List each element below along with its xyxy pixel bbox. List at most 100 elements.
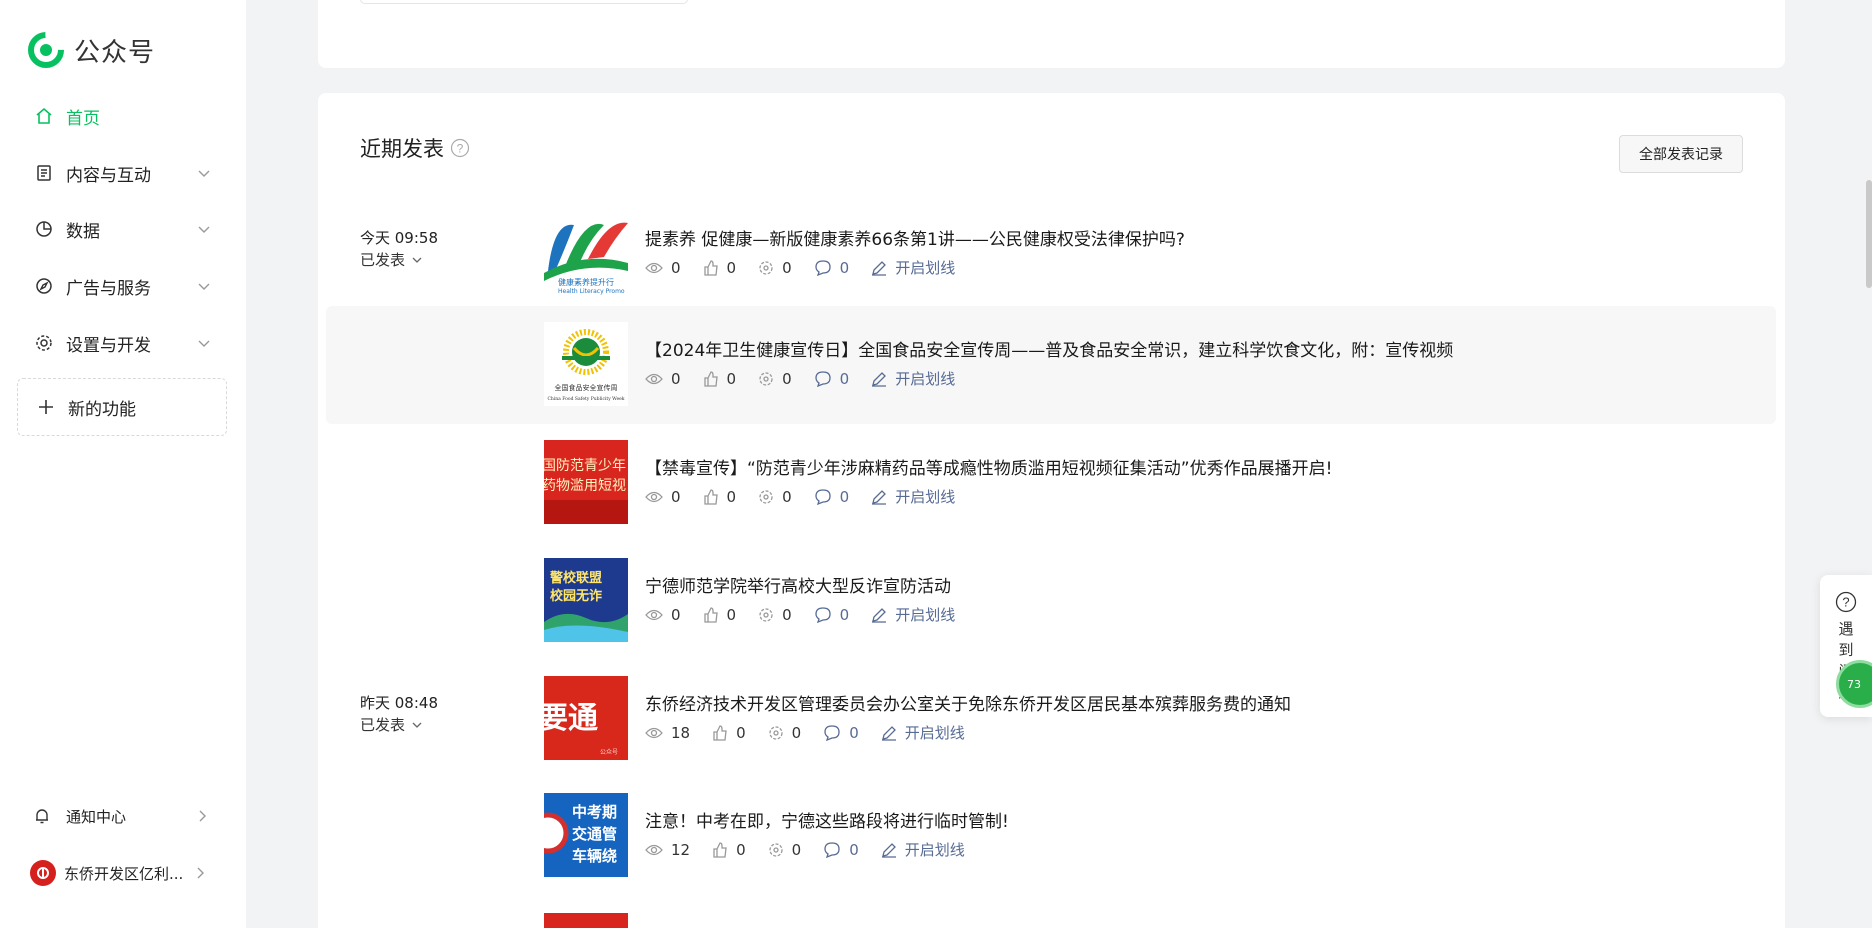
shares-count: 0	[782, 258, 792, 277]
post-row[interactable]: 中考期 交通管 车辆绕 注意！中考在即，宁德这些路段将进行临时管制! 12 0 …	[326, 777, 1776, 895]
sidebar: 公众号 首页 内容与互动 数据 广告与服务 设置与开发 新的功能 通知中心 东侨…	[0, 0, 246, 928]
thumbs-up-icon	[703, 370, 718, 387]
comment-icon	[814, 259, 831, 276]
notification-center[interactable]: 通知中心	[32, 798, 210, 834]
pie-chart-icon	[34, 219, 54, 239]
thumbs-up-icon	[713, 724, 727, 741]
enable-underline-link[interactable]: 开启划线	[871, 368, 955, 389]
likes-stat: 0	[703, 488, 736, 506]
nav-new-features-label: 新的功能	[68, 399, 136, 420]
comments-stat[interactable]: 0	[814, 259, 849, 277]
post-thumbnail[interactable]: 警校联盟 校园无诈	[544, 558, 628, 642]
views-stat: 18	[645, 724, 690, 742]
post-date: 昨天 08:48	[360, 694, 438, 712]
enable-underline-label: 开启划线	[895, 488, 956, 506]
post-thumbnail[interactable]	[544, 913, 628, 928]
scrollbar-thumb[interactable]	[1866, 180, 1872, 288]
all-posts-button[interactable]: 全部发表记录	[1619, 135, 1743, 173]
brand[interactable]: 公众号	[28, 32, 155, 68]
thumb-subcaption: Health Literacy Promo	[558, 288, 625, 295]
post-thumbnail[interactable]: 全国食品安全宣传周 China Food Safety Publicity We…	[544, 322, 628, 406]
shares-stat: 0	[758, 488, 792, 506]
comments-stat[interactable]: 0	[814, 606, 849, 624]
likes-count: 0	[736, 723, 746, 742]
nav-content[interactable]: 内容与互动	[34, 153, 212, 193]
thumb-caption: 全国食品安全宣传周	[555, 383, 618, 392]
thumb-caption: 警校联盟	[550, 570, 602, 586]
comments-stat[interactable]: 0	[823, 841, 859, 859]
nav-home-label: 首页	[66, 108, 100, 129]
comment-icon	[824, 841, 840, 858]
thumbs-up-icon	[703, 606, 718, 623]
post-row[interactable]: 国防范青少年 药物滥用短视 【禁毒宣传】“防范青少年涉麻精药品等成瘾性物质滥用短…	[326, 424, 1776, 542]
post-title[interactable]: 【2024年卫生健康宣传日】全国食品安全宣传周——普及食品安全常识，建立科学饮食…	[645, 336, 1453, 361]
post-title[interactable]: 东侨经济技术开发区管理委员会办公室关于免除东侨开发区居民基本殡葬服务费的通知	[645, 690, 1291, 715]
shares-count: 0	[782, 605, 792, 624]
nav-data[interactable]: 数据	[34, 209, 212, 249]
thumbs-up-icon	[703, 488, 718, 505]
chevron-down-icon	[198, 283, 210, 290]
important-notice-image: 要通 公众号	[544, 676, 628, 760]
comment-icon	[814, 370, 831, 387]
post-title[interactable]: 注意！中考在即，宁德这些路段将进行临时管制!	[645, 807, 1009, 832]
views-count: 0	[671, 369, 681, 388]
comments-stat[interactable]: 0	[814, 487, 850, 506]
thumb-caption: 中考期	[572, 803, 617, 821]
enable-underline-link[interactable]: 开启划线	[871, 257, 955, 278]
nav-home[interactable]: 首页	[34, 96, 212, 136]
document-icon	[34, 163, 54, 183]
eye-icon	[645, 844, 663, 855]
views-count: 12	[671, 840, 691, 859]
comments-stat[interactable]: 0	[823, 724, 859, 742]
likes-count: 0	[726, 369, 737, 388]
comments-count: 0	[839, 487, 850, 506]
views-count: 0	[671, 487, 681, 506]
thumb-subcaption: 交通管	[572, 825, 617, 843]
account-name: 东侨开发区亿利...	[64, 864, 184, 883]
enable-underline-link[interactable]: 开启划线	[871, 604, 955, 625]
post-thumbnail[interactable]: 健康素养提升行 Health Literacy Promo	[544, 211, 628, 295]
shares-count: 0	[791, 840, 802, 859]
post-title[interactable]: 提素养 促健康—新版健康素养66条第1讲——公民健康权受法律保护吗?	[645, 225, 1185, 250]
post-title[interactable]: 【禁毒宣传】“防范青少年涉麻精药品等成瘾性物质滥用短视频征集活动”优秀作品展播开…	[645, 454, 1332, 479]
comments-stat[interactable]: 0	[814, 370, 849, 388]
chevron-right-icon	[197, 867, 204, 879]
food-safety-week-image: 全国食品安全宣传周 China Food Safety Publicity We…	[544, 322, 628, 406]
likes-count: 0	[726, 258, 737, 277]
nav-new-features[interactable]: 新的功能	[17, 378, 227, 436]
thumb-subcaption: China Food Safety Publicity Week	[547, 396, 624, 402]
post-status[interactable]: 已发表	[360, 714, 438, 736]
post-row[interactable]: 今天 09:58 已发表 健康素养提升行 Health Literacy Pro…	[326, 195, 1776, 313]
likes-stat: 0	[703, 258, 737, 277]
gear-icon	[34, 333, 54, 353]
post-status[interactable]: 已发表	[360, 249, 438, 271]
thumb-caption: 国防范青少年	[544, 457, 626, 474]
post-row[interactable]: 昨天 08:48 已发表 要通 公众号 东侨经济技术开发区管理委员会办公室关于免…	[326, 660, 1776, 778]
post-date-block: 昨天 08:48 已发表	[360, 692, 438, 736]
likes-stat: 0	[712, 841, 746, 859]
shares-count: 0	[782, 369, 792, 388]
post-title[interactable]: 宁德师范学院举行高校大型反诈宣防活动	[645, 572, 951, 597]
post-row[interactable]: 警校联盟 校园无诈 宁德师范学院举行高校大型反诈宣防活动 0 0 0 0 开启划…	[326, 542, 1776, 660]
question-icon[interactable]: ?	[450, 138, 470, 158]
post-thumbnail[interactable]: 要通 公众号	[544, 676, 628, 760]
enable-underline-link[interactable]: 开启划线	[881, 722, 965, 743]
nav-ads-label: 广告与服务	[66, 278, 151, 299]
enable-underline-link[interactable]: 开启划线	[881, 839, 965, 860]
home-icon	[34, 106, 54, 126]
share-gear-icon	[759, 260, 773, 275]
nav-settings[interactable]: 设置与开发	[34, 323, 212, 363]
post-thumbnail[interactable]: 国防范青少年 药物滥用短视	[544, 440, 628, 524]
nav-data-label: 数据	[66, 221, 100, 242]
eye-icon	[645, 491, 663, 502]
account-switcher[interactable]: 东侨开发区亿利...	[30, 855, 208, 891]
post-row[interactable]: 全国食品安全宣传周 China Food Safety Publicity We…	[326, 306, 1776, 424]
shares-stat: 0	[758, 370, 792, 388]
enable-underline-link[interactable]: 开启划线	[871, 486, 955, 507]
nav-ads[interactable]: 广告与服务	[34, 266, 212, 306]
post-thumbnail[interactable]: 中考期 交通管 车辆绕	[544, 793, 628, 877]
section-title-text: 近期发表	[360, 137, 444, 161]
chevron-down-icon	[412, 257, 422, 263]
likes-stat: 0	[712, 724, 746, 742]
views-stat: 0	[645, 259, 681, 277]
